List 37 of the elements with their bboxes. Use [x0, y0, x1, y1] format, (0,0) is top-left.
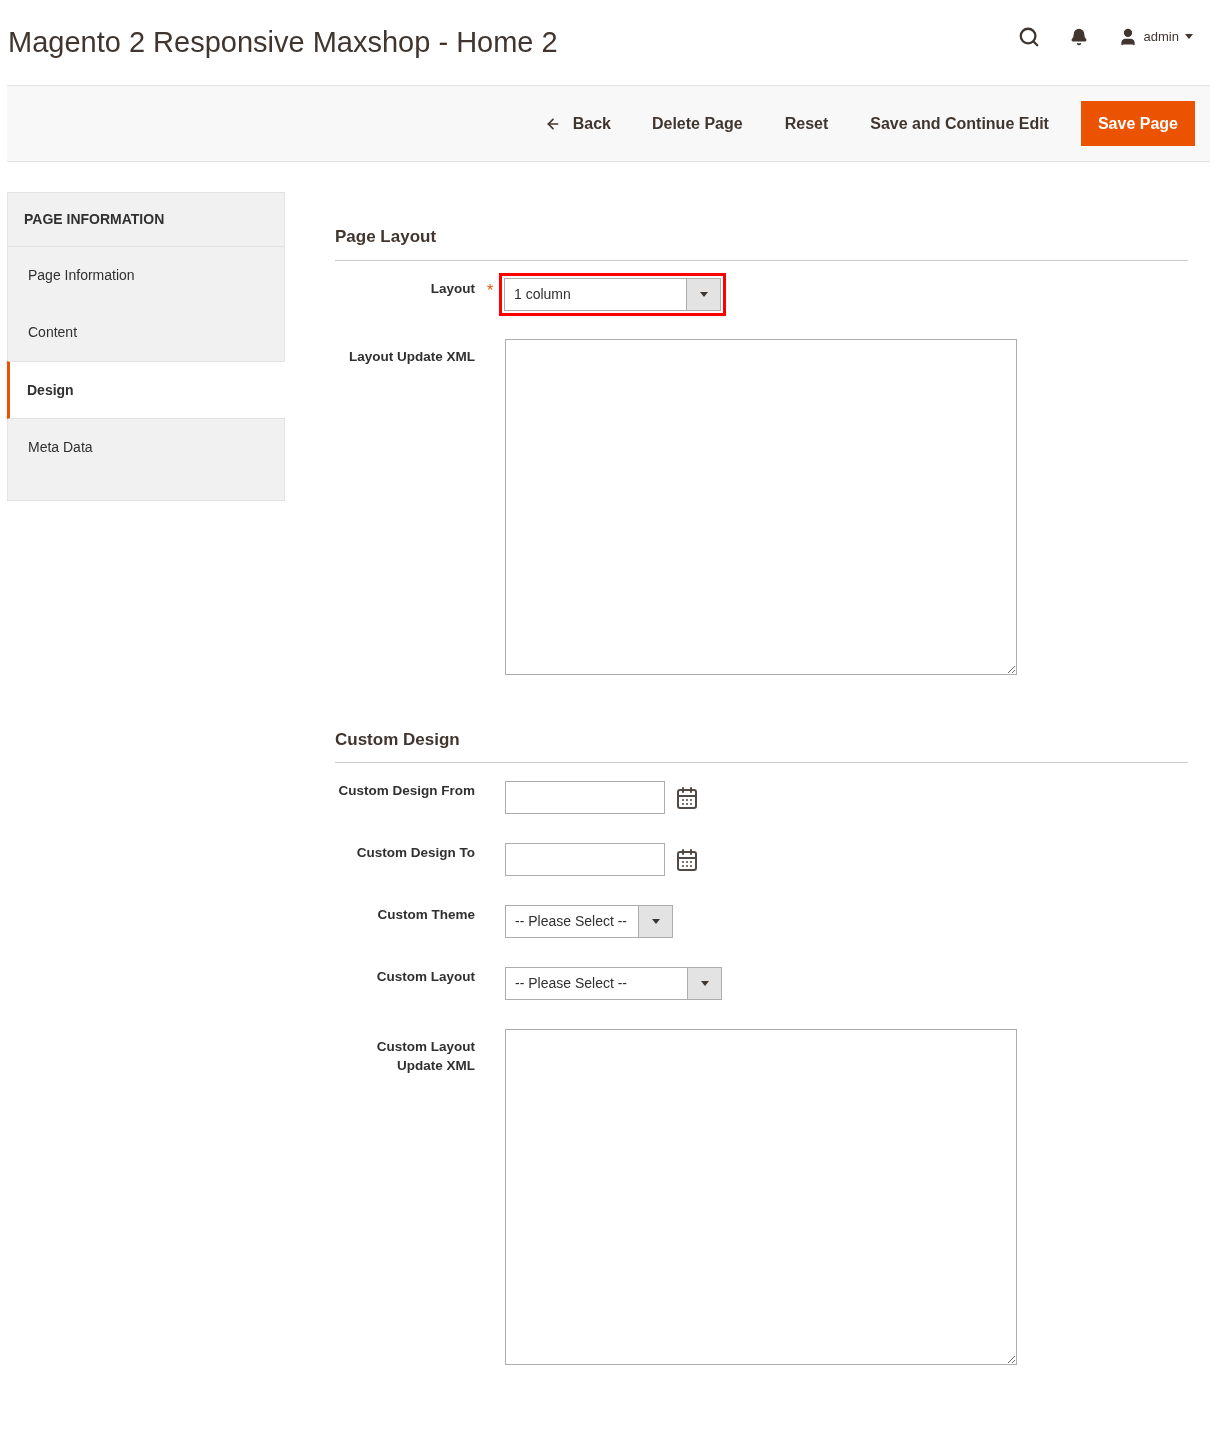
sidebar-item[interactable]: Page Information — [8, 247, 284, 304]
toolbar-button[interactable]: Save and Continue Edit — [852, 101, 1067, 146]
search-icon[interactable] — [1017, 25, 1040, 48]
back-button[interactable]: Back — [527, 101, 628, 146]
save-button[interactable]: Save Page — [1080, 101, 1195, 146]
field-label: Custom Layout Update XML — [375, 1038, 475, 1075]
caret-icon — [1185, 34, 1193, 39]
required-mark: * — [486, 280, 494, 300]
sidebar-item[interactable]: Content — [8, 304, 284, 361]
date-field[interactable] — [505, 781, 665, 814]
caret-icon — [651, 919, 660, 924]
textarea-field[interactable] — [505, 1029, 1017, 1365]
caret-icon — [700, 981, 709, 986]
section-title: Custom Design — [335, 728, 461, 751]
field-label: Layout Update XML — [349, 347, 475, 366]
page-title: Magento 2 Responsive Maxshop - Home 2 — [8, 24, 558, 60]
field-label: Custom Theme — [377, 906, 475, 924]
sidebar-heading: PAGE INFORMATION — [24, 210, 165, 229]
select-field[interactable]: -- Please Select -- — [505, 905, 673, 938]
textarea-field[interactable] — [505, 338, 1017, 675]
toolbar-button[interactable]: Delete Page — [633, 101, 761, 146]
toolbar-button[interactable]: Reset — [766, 101, 847, 146]
notification-icon[interactable] — [1069, 27, 1088, 46]
sidebar-item[interactable]: Meta Data — [8, 419, 284, 476]
select-field[interactable]: -- Please Select -- — [505, 967, 722, 1000]
date-field[interactable] — [505, 843, 665, 876]
caret-icon — [699, 291, 708, 297]
user-menu[interactable]: admin — [1117, 26, 1193, 47]
field-label: Layout — [430, 279, 475, 298]
field-label: Custom Layout — [376, 968, 475, 986]
field-label: Custom Design From — [338, 782, 475, 800]
select-field[interactable]: 1 column — [504, 277, 721, 311]
section-title: Page Layout — [335, 226, 438, 248]
sidebar-item[interactable]: Design — [7, 361, 285, 419]
calendar-icon[interactable] — [675, 785, 699, 810]
calendar-icon[interactable] — [675, 847, 699, 872]
field-label: Custom Design To — [356, 844, 475, 862]
